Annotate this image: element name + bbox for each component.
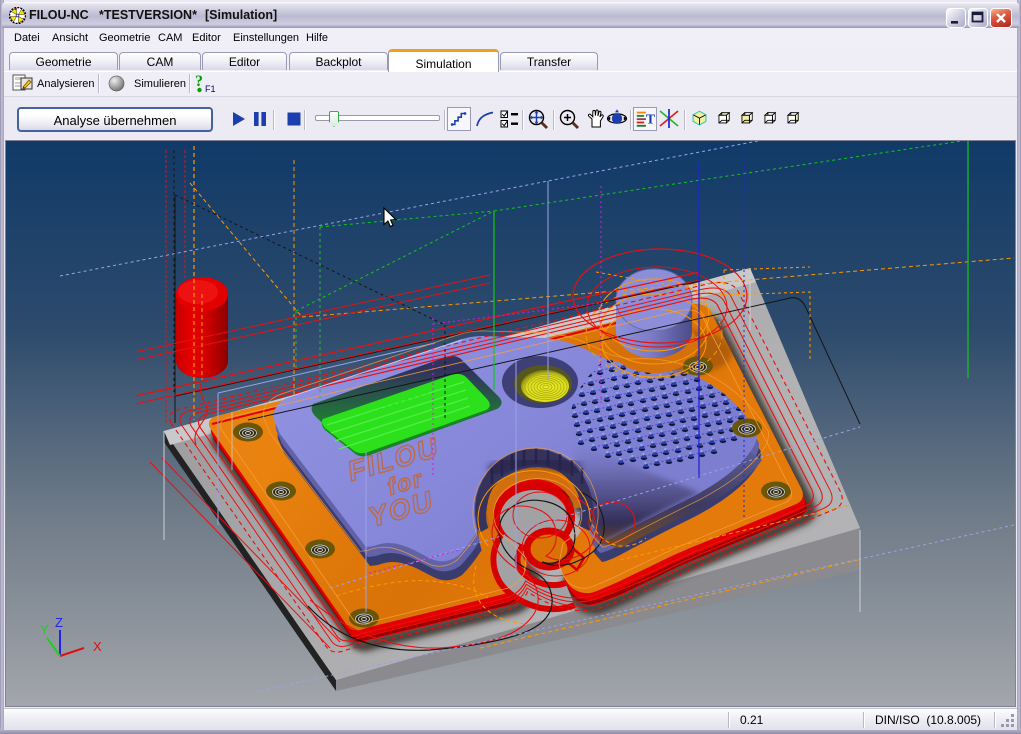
svg-text:T: T <box>646 112 655 127</box>
svg-text:X: X <box>93 639 102 654</box>
svg-text:F1: F1 <box>205 84 216 94</box>
svg-text:Y: Y <box>40 622 49 637</box>
svg-text:Z: Z <box>55 615 63 630</box>
svg-text:?: ? <box>195 73 203 90</box>
